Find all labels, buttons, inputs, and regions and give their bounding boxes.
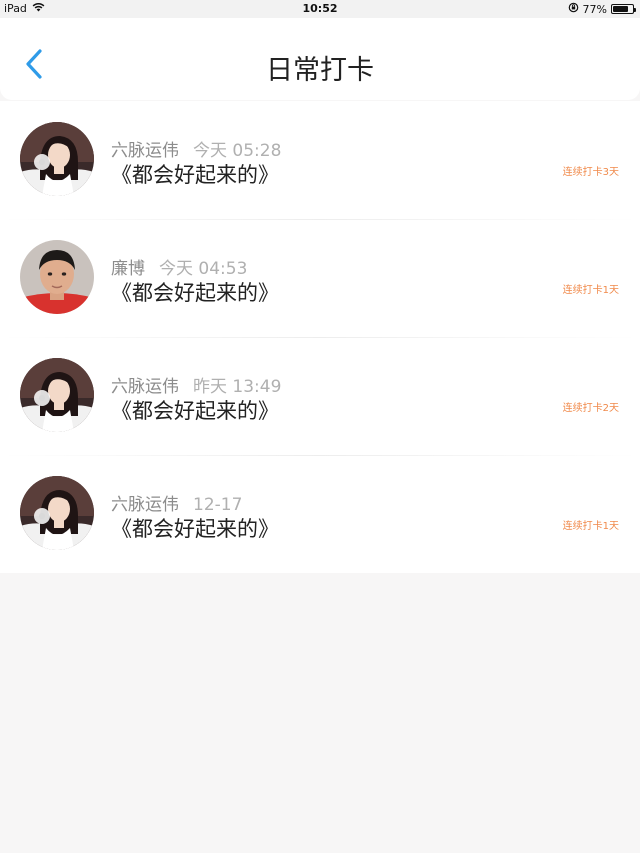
avatar[interactable] [20,122,94,196]
avatar[interactable] [20,476,94,550]
checkin-row[interactable]: 六脉运伟 12-17 《都会好起来的》 连续打卡1天 [0,455,640,573]
checkin-row[interactable]: 廉博 今天 04:53 《都会好起来的》 连续打卡1天 [0,219,640,337]
streak-badge: 连续打卡1天 [562,521,619,532]
user-line: 廉博 今天 04:53 [111,254,247,279]
boy-portrait [20,240,94,314]
user-line: 六脉运伟 12-17 [111,490,242,515]
avatar[interactable] [20,240,94,314]
checkin-time: 昨天 13:49 [193,377,282,397]
checkin-list: 六脉运伟 今天 05:28 《都会好起来的》 连续打卡3天 廉博 今天 04:53 … [0,101,640,573]
checkin-time: 今天 04:53 [159,259,248,279]
streak-badge: 连续打卡1天 [562,285,619,296]
checkin-content: 《都会好起来的》 [111,163,279,187]
rotation-lock-icon [568,2,579,16]
checkin-content: 《都会好起来的》 [111,517,279,541]
status-bar: iPad 10:52 77% [0,0,640,18]
status-time: 10:52 [302,2,338,15]
girl-portrait [20,358,94,432]
streak-badge: 连续打卡2天 [562,403,619,414]
streak-badge: 连续打卡3天 [562,167,619,178]
user-name[interactable]: 廉博 [111,259,145,279]
checkin-time: 今天 05:28 [193,141,282,161]
checkin-content: 《都会好起来的》 [111,281,279,305]
girl-portrait [20,122,94,196]
checkin-content: 《都会好起来的》 [111,399,279,423]
girl-portrait [20,476,94,550]
avatar[interactable] [20,358,94,432]
user-line: 六脉运伟 今天 05:28 [111,136,281,161]
checkin-row[interactable]: 六脉运伟 今天 05:28 《都会好起来的》 连续打卡3天 [0,101,640,219]
battery-fill [613,6,628,12]
user-name[interactable]: 六脉运伟 [111,141,179,161]
battery-percent: 77% [582,2,607,16]
page-title: 日常打卡 [266,55,374,86]
checkin-row[interactable]: 六脉运伟 昨天 13:49 《都会好起来的》 连续打卡2天 [0,337,640,455]
user-line: 六脉运伟 昨天 13:49 [111,372,281,397]
user-name[interactable]: 六脉运伟 [111,377,179,397]
nav-header: 日常打卡 [0,18,640,100]
battery-icon [611,4,636,14]
status-right: 77% [568,2,636,16]
user-name[interactable]: 六脉运伟 [111,495,179,515]
checkin-time: 12-17 [193,495,243,515]
